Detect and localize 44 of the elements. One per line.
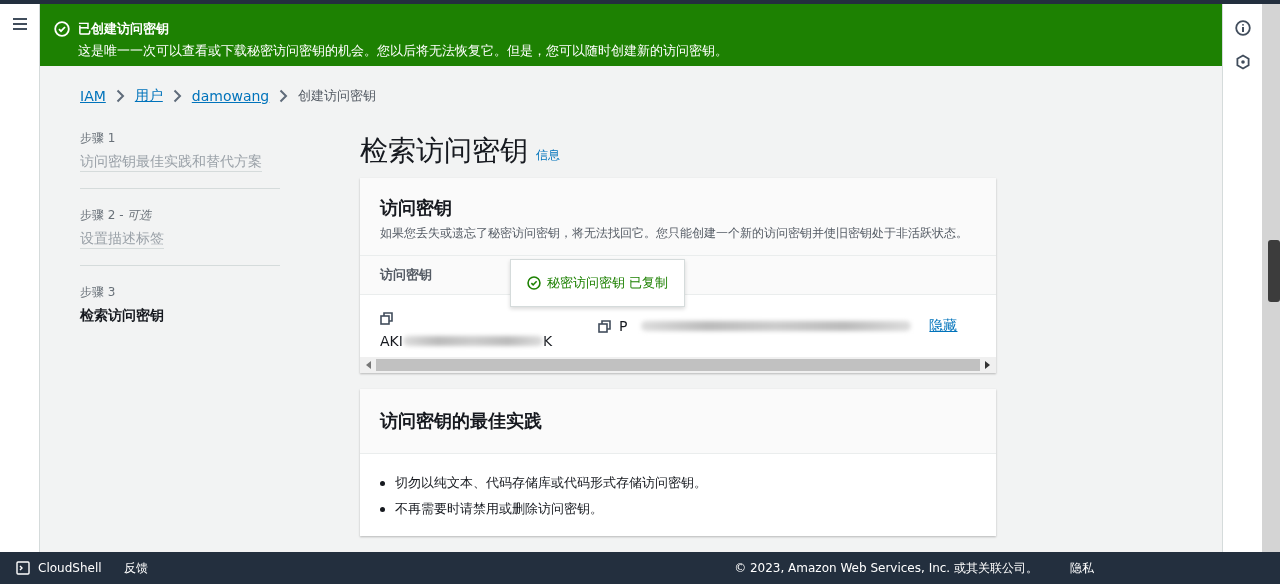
horizontal-scrollbar[interactable] xyxy=(360,357,996,373)
breadcrumb-current: 创建访问密钥 xyxy=(298,87,377,105)
step-label: 步骤 1 xyxy=(80,130,117,147)
access-key-text: AKI xyxy=(380,332,403,349)
column-header: 访问密钥 xyxy=(380,266,432,284)
feedback-link[interactable]: 反馈 xyxy=(123,559,148,577)
card-title: 访问密钥的最佳实践 xyxy=(380,410,542,431)
chevron-icon xyxy=(115,89,125,103)
success-icon xyxy=(54,21,70,37)
step-label: 步骤 3 xyxy=(80,284,117,301)
card-description: 如果您丢失或遗忘了秘密访问密钥，将无法找回它。您只能创建一个新的访问密钥并使旧密钥处于非活跃状态。 xyxy=(380,226,969,241)
chevron-icon xyxy=(279,89,289,103)
hexagon-icon[interactable] xyxy=(1234,54,1251,70)
step-title[interactable]: 访问密钥最佳实践和替代方案 xyxy=(80,153,262,172)
step-title[interactable]: 设置描述标签 xyxy=(80,230,164,249)
success-icon xyxy=(527,276,541,290)
terminal-icon[interactable] xyxy=(16,561,30,575)
secret-key-text: P xyxy=(619,318,628,334)
breadcrumb-link[interactable]: IAM xyxy=(80,88,106,104)
breadcrumb-link[interactable]: damowang xyxy=(191,88,270,104)
hide-link[interactable]: 隐藏 xyxy=(929,317,958,335)
menu-icon[interactable] xyxy=(12,18,27,30)
copy-icon[interactable] xyxy=(598,319,611,333)
cloudshell-link[interactable]: CloudShell xyxy=(38,561,102,575)
popover-text: 秘密访问密钥 已复制 xyxy=(547,274,669,292)
info-icon[interactable] xyxy=(1234,20,1251,36)
page-title: 检索访问密钥 xyxy=(360,133,528,169)
list-item: 切勿以纯文本、代码存储库或代码形式存储访问密钥。 xyxy=(395,474,707,492)
copyright-text: © 2023, Amazon Web Services, Inc. 或其关联公司。 xyxy=(734,559,1038,577)
access-key-text: K xyxy=(542,332,553,349)
step-title: 检索访问密钥 xyxy=(80,307,164,325)
banner-title: 已创建访问密钥 xyxy=(78,20,170,38)
vertical-scrollbar[interactable] xyxy=(1262,4,1280,552)
info-link[interactable]: 信息 xyxy=(536,147,560,164)
privacy-link[interactable]: 隐私 xyxy=(1070,559,1094,577)
chevron-icon xyxy=(172,89,182,103)
list-item: 不再需要时请禁用或删除访问密钥。 xyxy=(395,500,603,518)
breadcrumb-link[interactable]: 用户 xyxy=(134,87,163,105)
step-label: 步骤 2 - 可选 xyxy=(80,207,153,224)
copy-icon[interactable] xyxy=(380,311,393,325)
banner-message: 这是唯一一次可以查看或下载秘密访问密钥的机会。您以后将无法恢复它。但是，您可以随时创建新的访问密钥。 xyxy=(78,42,728,60)
card-title: 访问密钥 xyxy=(380,196,453,220)
scroll-right-icon[interactable] xyxy=(984,361,990,369)
scroll-left-icon[interactable] xyxy=(366,361,372,369)
